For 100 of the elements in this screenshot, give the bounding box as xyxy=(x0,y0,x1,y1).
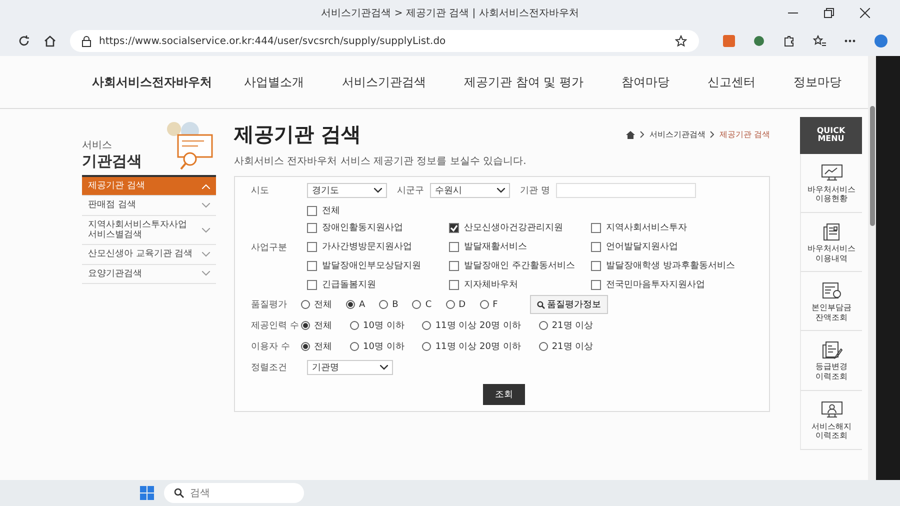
radio-option[interactable]: C xyxy=(412,300,432,310)
field-label: 시도 xyxy=(251,185,270,197)
breadcrumb-link[interactable]: 서비스기관검색 xyxy=(649,129,706,140)
nav-link[interactable]: 서비스기관검색 xyxy=(342,74,426,90)
checkbox-label[interactable]: 산모신생아건강관리지원 xyxy=(464,221,563,234)
radio-option[interactable]: 10명 이하 xyxy=(350,319,404,332)
checkbox-label[interactable]: 발달장애인부모상담지원 xyxy=(322,259,421,272)
checkbox[interactable] xyxy=(307,222,317,232)
checkbox[interactable] xyxy=(449,242,459,252)
chevron-icon xyxy=(374,188,382,193)
field-label: 제공인력 수 xyxy=(251,320,300,332)
sidebar-title: 기관검색 xyxy=(82,152,142,171)
favorites-icon[interactable] xyxy=(813,35,826,47)
quick-menu-item[interactable]: 등급변경 이력조회 xyxy=(800,331,862,391)
restore-icon[interactable] xyxy=(824,8,834,18)
chevron-icon xyxy=(202,184,210,189)
field-label: 시군구 xyxy=(397,185,424,197)
home-icon[interactable] xyxy=(44,35,56,47)
field-label: 정렬조건 xyxy=(251,362,288,374)
chevron-icon xyxy=(640,131,644,138)
chevron-icon xyxy=(202,252,210,258)
field-label: 기관 명 xyxy=(520,185,550,197)
sort-select[interactable]: 기관명 xyxy=(307,360,393,375)
checkbox[interactable] xyxy=(449,260,459,270)
checkbox-label[interactable]: 가사간병방문지원사업 xyxy=(322,240,412,253)
radio-option[interactable]: 11명 이상 20명 이하 xyxy=(422,340,521,353)
sidebar-item[interactable]: 제공기관 검색 xyxy=(82,175,216,196)
nav-link[interactable]: 정보마당 xyxy=(793,74,842,90)
agency-name-field[interactable] xyxy=(556,183,696,198)
more-icon[interactable] xyxy=(844,39,856,43)
radio-option[interactable]: F xyxy=(480,300,498,310)
radio-option[interactable]: 전체 xyxy=(301,340,332,353)
checkbox-label[interactable]: 지자체바우처 xyxy=(464,278,518,291)
quick-menu-item[interactable]: 본인부담금 잔액조회 xyxy=(800,272,862,332)
checkbox[interactable] xyxy=(307,260,317,270)
checkbox-label[interactable]: 장애인활동지원사업 xyxy=(322,221,403,234)
checkbox-label[interactable]: 발달재활서비스 xyxy=(464,240,527,253)
nav-link[interactable]: 사회서비스전자바우처 xyxy=(92,74,212,90)
windows-logo-icon[interactable] xyxy=(140,486,154,500)
checkbox[interactable] xyxy=(591,260,601,270)
checkbox[interactable] xyxy=(307,280,317,290)
quick-menu-item[interactable]: 서비스해지 이력조회 xyxy=(800,390,862,450)
scrollbar-thumb[interactable] xyxy=(870,106,874,226)
search-icon xyxy=(536,300,545,308)
checkbox[interactable] xyxy=(449,222,459,232)
taskbar-search-field[interactable]: 검색 xyxy=(164,483,304,503)
checkbox[interactable] xyxy=(307,242,317,252)
search-button[interactable]: 조회 xyxy=(483,384,525,405)
sidebar-item[interactable]: 지역사회서비스투자사업 서비스별검색 xyxy=(82,216,216,246)
district-select[interactable]: 수원시 xyxy=(430,183,510,198)
checkbox-label[interactable]: 발달장애인 주간활동서비스 xyxy=(464,259,575,272)
assistant-icon[interactable] xyxy=(874,34,888,48)
nav-link[interactable]: 사업별소개 xyxy=(244,74,304,90)
checkbox[interactable] xyxy=(307,206,317,216)
quick-menu-item[interactable]: 바우처서비스 이용내역 xyxy=(800,212,862,272)
nav-link[interactable]: 신고센터 xyxy=(707,74,756,90)
radio-option[interactable]: B xyxy=(379,300,398,310)
monitor-chart-icon xyxy=(820,164,842,182)
sidebar-item[interactable]: 요양기관검색 xyxy=(82,264,216,284)
radio-option[interactable]: 전체 xyxy=(301,319,332,332)
reload-icon[interactable] xyxy=(18,35,30,47)
nav-link[interactable]: 제공기관 참여 및 평가 xyxy=(464,74,584,90)
monitor-person-icon xyxy=(820,400,842,419)
checkbox-label[interactable]: 발달장애학생 방과후활동서비스 xyxy=(606,259,735,272)
radio-option[interactable]: 21명 이상 xyxy=(538,319,594,332)
document-icon xyxy=(820,222,842,241)
radio-option[interactable]: 10명 이하 xyxy=(350,340,404,353)
checkbox-label[interactable]: 언어발달지원사업 xyxy=(606,240,678,253)
radio-option[interactable]: 11명 이상 20명 이하 xyxy=(422,319,521,332)
chevron-icon xyxy=(710,131,714,138)
checkbox[interactable] xyxy=(591,242,601,252)
star-icon[interactable] xyxy=(675,35,687,47)
radio-option[interactable]: D xyxy=(446,300,466,310)
address-field[interactable]: https://www.socialservice.or.kr:444/user/svcsrch/supply/supplyList.do xyxy=(70,30,699,52)
puzzle-icon[interactable] xyxy=(783,35,795,47)
region-select[interactable]: 경기도 xyxy=(307,183,387,198)
checkbox-label[interactable]: 전국민마음투자지원사업 xyxy=(606,278,705,291)
window-title: 서비스기관검색 > 제공기관 검색 | 사회서비스전자바우처 xyxy=(321,7,579,20)
chevron-icon xyxy=(497,188,505,193)
sidebar-item[interactable]: 산모신생아 교육기관 검색 xyxy=(82,245,216,265)
breadcrumb-link[interactable]: 제공기관 검색 xyxy=(719,129,770,140)
lock-icon[interactable] xyxy=(82,36,91,46)
page-subtitle: 사회서비스 전자바우처 서비스 제공기관 정보를 보실수 있습니다. xyxy=(234,155,528,168)
checkbox-label[interactable]: 전체 xyxy=(322,204,340,217)
checkbox-label[interactable]: 지역사회서비스투자 xyxy=(606,221,687,234)
close-icon[interactable] xyxy=(860,8,870,18)
checkbox[interactable] xyxy=(591,280,601,290)
radio-option[interactable]: 전체 xyxy=(301,298,332,311)
quick-menu-header: QUICK MENU xyxy=(800,117,862,154)
extension-icon[interactable] xyxy=(753,35,765,47)
checkbox[interactable] xyxy=(449,280,459,290)
radio-option[interactable]: A xyxy=(346,300,366,310)
sidebar-item[interactable]: 판매점 검색 xyxy=(82,196,216,216)
checkbox[interactable] xyxy=(591,222,601,232)
quality-info-button[interactable]: 품질평가정보 xyxy=(530,295,608,314)
quick-menu-item[interactable]: 바우처서비스 이용현황 xyxy=(800,154,862,213)
radio-option[interactable]: 21명 이상 xyxy=(538,340,594,353)
checkbox-label[interactable]: 긴급돌봄지원 xyxy=(322,278,376,291)
nav-link[interactable]: 참여마당 xyxy=(621,74,670,90)
home-icon[interactable] xyxy=(626,130,636,138)
